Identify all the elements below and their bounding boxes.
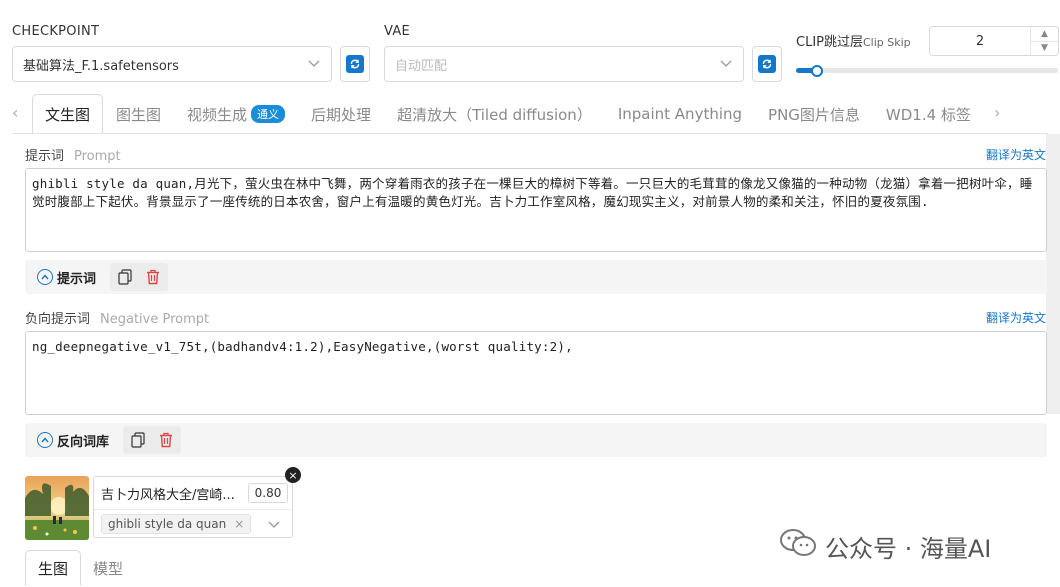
vae-select[interactable]: 自动匹配 (384, 46, 744, 82)
wechat-icon (779, 528, 817, 564)
tab-img2img[interactable]: 图生图 (103, 94, 174, 134)
lora-tag-chip[interactable]: ghibli style da quan × (101, 514, 252, 534)
chevron-down-icon[interactable] (268, 518, 280, 533)
watermark-text: 公众号 · 海量AI (825, 534, 992, 563)
refresh-icon (758, 55, 776, 73)
checkpoint-refresh-button[interactable] (340, 46, 370, 82)
vae-placeholder: 自动匹配 (395, 58, 448, 74)
tab-tiled-diffusion[interactable]: 超清放大（Tiled diffusion） (384, 94, 605, 134)
close-icon[interactable]: × (234, 517, 244, 531)
lora-card-divider (94, 509, 292, 510)
tab-inpaint-anything[interactable]: Inpaint Anything (605, 94, 755, 134)
chevron-up-icon (37, 432, 53, 448)
copy-icon[interactable] (127, 429, 149, 451)
tab-video-badge: 通义 (251, 105, 286, 123)
refresh-icon (346, 55, 364, 73)
scrollbar[interactable] (1046, 134, 1060, 414)
prompt-toolbar: 提示词 (25, 260, 1047, 294)
clip-skip-label: CLIP跳过层Clip Skip (796, 35, 911, 50)
tab-txt2img[interactable]: 文生图 (32, 94, 104, 134)
tab-postprocess[interactable]: 后期处理 (298, 94, 384, 134)
copy-icon[interactable] (114, 266, 136, 288)
chevron-down-icon (719, 57, 733, 71)
clip-skip-value: 2 (975, 33, 985, 49)
watermark: 公众号 · 海量AI (779, 528, 991, 564)
lora-name: 吉卜力风格大全/宫崎... (101, 488, 235, 503)
checkpoint-select[interactable]: 基础算法_F.1.safetensors (12, 46, 332, 82)
tab-scroll-left-icon[interactable]: ‹ (12, 103, 18, 122)
clip-skip-input[interactable]: 2 ▲ ▼ (929, 26, 1059, 56)
tab-png-info[interactable]: PNG图片信息 (755, 94, 873, 134)
lora-remove-icon[interactable]: × (285, 467, 301, 483)
lora-weight-input[interactable]: 0.80 (248, 483, 288, 503)
decrement-icon[interactable]: ▼ (1031, 40, 1058, 56)
checkpoint-label: CHECKPOINT (12, 24, 100, 39)
prompt-translate-link[interactable]: 翻译为英文 (986, 146, 1046, 163)
tab-generate[interactable]: 生图 (25, 550, 82, 586)
increment-icon[interactable]: ▲ (1031, 27, 1058, 41)
clip-skip-slider-thumb[interactable] (810, 65, 823, 77)
negative-prompt-textarea[interactable]: ng_deepnegative_v1_75t,(badhandv4:1.2),E… (25, 331, 1047, 415)
lora-thumbnail[interactable] (25, 476, 89, 540)
vae-label: VAE (384, 24, 411, 39)
chevron-down-icon (307, 57, 321, 71)
tab-wd14[interactable]: WD1.4 标签 (873, 94, 984, 134)
tab-scroll-right-icon[interactable]: › (994, 103, 1000, 122)
negative-actions (123, 426, 182, 454)
negative-prompt-label: 负向提示词 Negative Prompt (25, 312, 210, 327)
negative-translate-link[interactable]: 翻译为英文 (986, 309, 1046, 326)
checkpoint-value: 基础算法_F.1.safetensors (23, 58, 179, 74)
negative-collapse-button[interactable]: 反向词库 (37, 431, 109, 450)
tab-video[interactable]: 视频生成 通义 (174, 94, 298, 134)
trash-icon[interactable] (155, 429, 177, 451)
chevron-up-icon (37, 269, 53, 285)
prompt-label: 提示词 Prompt (25, 149, 121, 164)
tab-divider (12, 133, 1048, 134)
main-tabs: 文生图 图生图 视频生成 通义 后期处理 超清放大（Tiled diffusion… (32, 94, 984, 134)
prompt-collapse-button[interactable]: 提示词 (37, 268, 96, 287)
trash-icon[interactable] (142, 266, 164, 288)
bottom-tabs: 生图 模型 (25, 550, 135, 586)
clip-skip-slider[interactable] (796, 68, 1058, 73)
negative-toolbar: 反向词库 (25, 423, 1047, 457)
prompt-actions (110, 263, 169, 291)
vae-refresh-button[interactable] (752, 46, 782, 82)
tab-model[interactable]: 模型 (81, 550, 135, 586)
lora-card: 吉卜力风格大全/宫崎... 0.80 ghibli style da quan … (93, 476, 293, 538)
prompt-textarea[interactable]: ghibli style da quan,月光下，萤火虫在林中飞舞，两个穿着雨衣… (25, 168, 1047, 252)
lora-tag-label: ghibli style da quan (108, 517, 227, 531)
